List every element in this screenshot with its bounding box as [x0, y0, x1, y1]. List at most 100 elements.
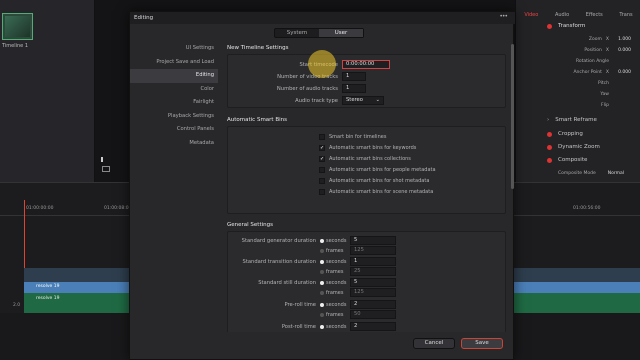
transition-frames-radio[interactable]: [320, 270, 324, 274]
viewer-scrubber[interactable]: [101, 157, 103, 162]
preroll-frames-input[interactable]: 50: [350, 310, 396, 319]
preferences-nav: UI Settings Project Save and Load Editin…: [130, 42, 218, 150]
still-frames-label: frames: [326, 290, 344, 296]
flip-row: Flip: [601, 102, 609, 108]
settings-content: New Timeline Settings Start timecode 0:0…: [223, 42, 512, 332]
audio-type-label: Audio track type: [295, 98, 338, 104]
smart-bin-collections-checkbox[interactable]: ✓: [319, 156, 325, 162]
generator-frames-input[interactable]: 125: [350, 246, 396, 255]
section-title-smart-bins: Automatic Smart Bins: [227, 117, 287, 123]
transition-frames-input[interactable]: 25: [350, 267, 396, 276]
tab-transition[interactable]: Trans: [619, 12, 632, 18]
cursor-highlight: [308, 50, 336, 78]
smart-bin-shot-label: Automatic smart bins for shot metadata: [329, 178, 430, 184]
still-seconds-radio[interactable]: [320, 281, 324, 285]
generator-frames-radio[interactable]: [320, 249, 324, 253]
nav-editing[interactable]: Editing: [130, 69, 218, 83]
section-title-general: General Settings: [227, 222, 273, 228]
generator-seconds-input[interactable]: 5: [350, 236, 396, 245]
tab-video[interactable]: Video: [524, 12, 538, 18]
still-frames-input[interactable]: 125: [350, 288, 396, 297]
postroll-seconds-radio[interactable]: [320, 325, 324, 329]
inspector-panel: Video Audio Effects Trans Transform Zoom…: [515, 0, 640, 182]
smart-bin-keywords-label: Automatic smart bins for keywords: [329, 145, 417, 151]
nav-project-save-load[interactable]: Project Save and Load: [130, 56, 218, 70]
still-seconds-input[interactable]: 5: [350, 278, 396, 287]
smart-bin-shot-checkbox[interactable]: [319, 178, 325, 184]
nav-playback-settings[interactable]: Playback Settings: [130, 110, 218, 124]
still-seconds-label: seconds: [326, 280, 347, 286]
audio-track-2-left[interactable]: resolve 19: [24, 293, 129, 313]
preroll-frames-label: frames: [326, 312, 344, 318]
dialog-title: Editing: [130, 12, 515, 24]
smart-bin-scene-label: Automatic smart bins for scene metadata: [329, 189, 434, 195]
smart-bin-timelines-label: Smart bin for timelines: [329, 134, 387, 140]
smart-bin-keywords-checkbox[interactable]: ✓: [319, 145, 325, 151]
generator-frames-label: frames: [326, 248, 344, 254]
tab-user[interactable]: User: [319, 29, 363, 37]
preroll-seconds-input[interactable]: 2: [350, 300, 396, 309]
nav-control-panels[interactable]: Control Panels: [130, 123, 218, 137]
system-user-toggle: System User: [274, 28, 364, 38]
smart-reframe-section[interactable]: › Smart Reframe: [516, 114, 640, 126]
transition-seconds-label: seconds: [326, 259, 347, 265]
audio-tracks-input[interactable]: 1: [342, 84, 366, 93]
preroll-seconds-label: seconds: [326, 302, 347, 308]
postroll-seconds-input[interactable]: 2: [350, 322, 396, 331]
cropping-section[interactable]: Cropping: [516, 128, 640, 140]
save-button[interactable]: Save: [461, 338, 503, 349]
smart-bin-people-label: Automatic smart bins for people metadata: [329, 167, 436, 173]
postroll-label: Post-roll time: [281, 324, 316, 330]
generator-seconds-radio[interactable]: [320, 239, 324, 243]
composite-mode-row: Composite Mode Normal: [558, 170, 625, 176]
inspector-tabs: Video Audio Effects Trans: [516, 0, 640, 18]
cancel-button[interactable]: Cancel: [413, 338, 455, 349]
content-scrollbar[interactable]: [511, 44, 514, 189]
viewer-mode-icon[interactable]: [102, 166, 110, 172]
smart-bins-panel: Smart bin for timelines ✓ Automatic smar…: [227, 126, 506, 214]
preroll-label: Pre-roll time: [284, 302, 316, 308]
video-tracks-input[interactable]: 1: [342, 72, 366, 81]
transition-seconds-radio[interactable]: [320, 260, 324, 264]
enable-dot-icon[interactable]: [547, 23, 552, 29]
still-frames-radio[interactable]: [320, 291, 324, 295]
new-timeline-panel: Start timecode 0:00:00:00 Number of vide…: [227, 54, 506, 108]
audio-tracks-label: Number of audio tracks: [276, 86, 338, 92]
section-title-new-timeline: New Timeline Settings: [227, 45, 289, 51]
tab-effects[interactable]: Effects: [586, 12, 603, 18]
transition-seconds-input[interactable]: 1: [350, 257, 396, 266]
preroll-frames-radio[interactable]: [320, 313, 324, 317]
transition-frames-label: frames: [326, 269, 344, 275]
video-clip-right[interactable]: [513, 268, 640, 282]
audio-clip-right[interactable]: [513, 282, 640, 293]
transform-section[interactable]: Transform: [516, 20, 640, 32]
audio-track-2-right[interactable]: [513, 293, 640, 313]
smart-bin-scene-checkbox[interactable]: [319, 189, 325, 195]
postroll-seconds-label: seconds: [326, 324, 347, 330]
still-duration-label: Standard still duration: [258, 280, 316, 286]
tab-audio[interactable]: Audio: [555, 12, 569, 18]
tc-mid: 01:00:08:00: [104, 206, 132, 211]
nav-fairlight[interactable]: Fairlight: [130, 96, 218, 110]
smart-bin-collections-label: Automatic smart bins collections: [329, 156, 411, 162]
dialog-menu-icon[interactable]: •••: [499, 13, 508, 20]
tc-end: 01:00:56:00: [573, 206, 601, 211]
timeline-thumbnail[interactable]: [2, 13, 33, 40]
generator-duration-label: Standard generator duration: [241, 238, 316, 244]
thumbnail-label: Timeline 1: [2, 43, 29, 49]
tab-system[interactable]: System: [275, 29, 319, 37]
preroll-seconds-radio[interactable]: [320, 303, 324, 307]
transition-duration-label: Standard transition duration: [242, 259, 316, 265]
nav-ui-settings[interactable]: UI Settings: [130, 42, 218, 56]
composite-section[interactable]: Composite: [516, 154, 640, 166]
audio-clip-left[interactable]: resolve 19: [24, 282, 129, 293]
nav-color[interactable]: Color: [130, 83, 218, 97]
nav-metadata[interactable]: Metadata: [130, 137, 218, 151]
dynamic-zoom-section[interactable]: Dynamic Zoom: [516, 141, 640, 153]
smart-bin-timelines-checkbox[interactable]: [319, 134, 325, 140]
start-timecode-input[interactable]: 0:00:00:00: [342, 60, 390, 69]
tc-start: 01:00:00:00: [26, 206, 54, 211]
video-clip-left[interactable]: [24, 268, 129, 282]
audio-type-select[interactable]: Stereo ⌄: [342, 96, 384, 105]
smart-bin-people-checkbox[interactable]: [319, 167, 325, 173]
